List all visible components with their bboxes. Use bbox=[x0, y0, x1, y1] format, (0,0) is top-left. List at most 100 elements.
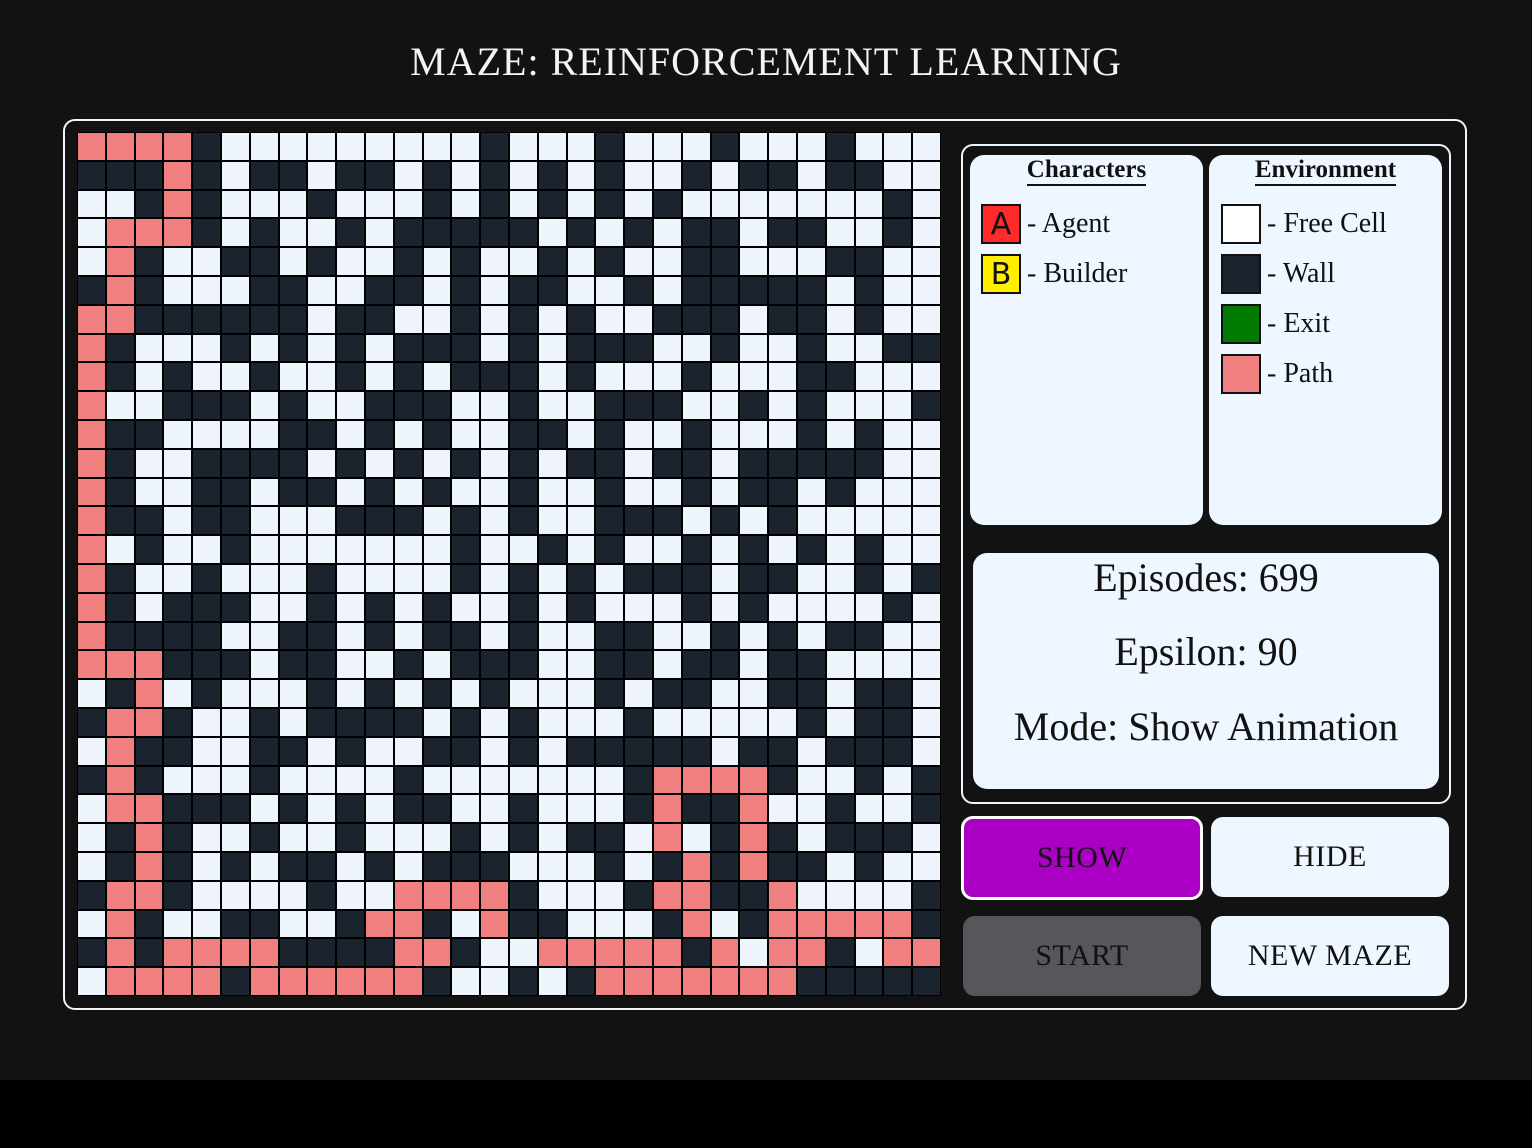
wall-cell bbox=[393, 218, 423, 248]
wall-cell bbox=[192, 448, 221, 478]
wall-cell bbox=[249, 304, 279, 334]
wall-cell bbox=[681, 160, 711, 190]
path-cell bbox=[393, 880, 423, 910]
free-cell bbox=[163, 765, 193, 795]
free-cell bbox=[768, 592, 797, 622]
path-cell bbox=[192, 967, 221, 996]
free-cell bbox=[278, 765, 308, 795]
free-cell bbox=[422, 362, 452, 392]
wall-cell bbox=[710, 823, 740, 852]
free-cell bbox=[883, 794, 913, 824]
wall-cell bbox=[739, 736, 769, 766]
free-cell bbox=[77, 679, 106, 708]
free-cell bbox=[652, 592, 682, 622]
wall-cell bbox=[912, 880, 941, 910]
free-cell bbox=[710, 362, 740, 392]
free-cell bbox=[364, 794, 394, 824]
wall-cell bbox=[192, 160, 221, 190]
free-cell bbox=[422, 563, 452, 593]
wall-cell bbox=[278, 851, 308, 881]
wall-cell bbox=[595, 160, 625, 190]
wall-cell bbox=[624, 333, 653, 363]
free-cell bbox=[537, 592, 567, 622]
free-cell bbox=[393, 419, 423, 449]
free-cell bbox=[624, 679, 653, 708]
hide-button[interactable]: HIDE bbox=[1211, 817, 1449, 897]
wall-cell bbox=[134, 419, 164, 449]
free-cell bbox=[77, 218, 106, 248]
show-button[interactable]: SHOW bbox=[961, 816, 1203, 900]
wall-cell bbox=[134, 247, 164, 276]
path-cell bbox=[768, 880, 797, 910]
wall-cell bbox=[739, 391, 769, 420]
free-cell bbox=[883, 535, 913, 564]
free-cell bbox=[364, 448, 394, 478]
wall-cell bbox=[220, 650, 250, 680]
wall-cell bbox=[912, 563, 941, 593]
path-cell bbox=[163, 218, 193, 248]
free-cell bbox=[422, 823, 452, 852]
free-cell bbox=[451, 592, 481, 622]
wall-cell bbox=[624, 794, 653, 824]
free-cell bbox=[163, 563, 193, 593]
wall-cell bbox=[681, 535, 711, 564]
free-cell bbox=[624, 304, 653, 334]
wall-cell bbox=[854, 563, 884, 593]
legend-agent: A - Agent bbox=[981, 202, 1110, 246]
wall-cell bbox=[220, 592, 250, 622]
free-cell bbox=[739, 189, 769, 219]
wall-cell bbox=[710, 851, 740, 881]
wall-cell bbox=[393, 794, 423, 824]
wall-cell bbox=[883, 967, 913, 996]
wall-cell bbox=[652, 679, 682, 708]
free-cell bbox=[883, 621, 913, 651]
path-cell bbox=[681, 765, 711, 795]
free-cell bbox=[278, 189, 308, 219]
wall-cell bbox=[681, 448, 711, 478]
free-cell bbox=[307, 535, 337, 564]
wall-cell bbox=[134, 535, 164, 564]
free-cell bbox=[912, 304, 941, 334]
wall-cell bbox=[336, 160, 365, 190]
wall-cell bbox=[451, 247, 481, 276]
wall-cell bbox=[192, 592, 221, 622]
free-cell bbox=[249, 477, 279, 507]
wall-cell bbox=[393, 448, 423, 478]
wall-cell bbox=[854, 736, 884, 766]
wall-cell bbox=[566, 362, 596, 392]
free-cell bbox=[796, 794, 826, 824]
free-cell bbox=[768, 247, 797, 276]
wall-cell bbox=[163, 650, 193, 680]
wall-cell bbox=[595, 535, 625, 564]
free-cell bbox=[624, 448, 653, 478]
free-cell bbox=[537, 218, 567, 248]
wall-cell bbox=[422, 419, 452, 449]
wall-cell bbox=[422, 160, 452, 190]
wall-cell bbox=[422, 909, 452, 939]
app-window: MAZE: REINFORCEMENT LEARNING Characters … bbox=[0, 0, 1532, 1080]
wall-cell bbox=[192, 563, 221, 593]
path-cell bbox=[77, 362, 106, 392]
free-cell bbox=[364, 218, 394, 248]
path-cell bbox=[652, 794, 682, 824]
free-cell bbox=[307, 736, 337, 766]
wall-cell bbox=[451, 448, 481, 478]
free-cell bbox=[422, 132, 452, 161]
environment-heading: Environment bbox=[1209, 156, 1442, 186]
legend-wall: - Wall bbox=[1221, 252, 1335, 296]
free-cell bbox=[537, 794, 567, 824]
wall-cell bbox=[825, 247, 855, 276]
start-button[interactable]: START bbox=[963, 916, 1201, 996]
path-cell bbox=[134, 851, 164, 881]
free-cell bbox=[739, 132, 769, 161]
free-cell bbox=[854, 362, 884, 392]
wall-cell bbox=[825, 132, 855, 161]
wall-cell bbox=[105, 160, 135, 190]
wall-cell bbox=[220, 909, 250, 939]
new-maze-button[interactable]: NEW MAZE bbox=[1211, 916, 1449, 996]
path-cell bbox=[336, 967, 365, 996]
wall-cell bbox=[278, 419, 308, 449]
path-cell bbox=[105, 765, 135, 795]
wall-cell bbox=[652, 391, 682, 420]
wall-cell bbox=[249, 707, 279, 737]
